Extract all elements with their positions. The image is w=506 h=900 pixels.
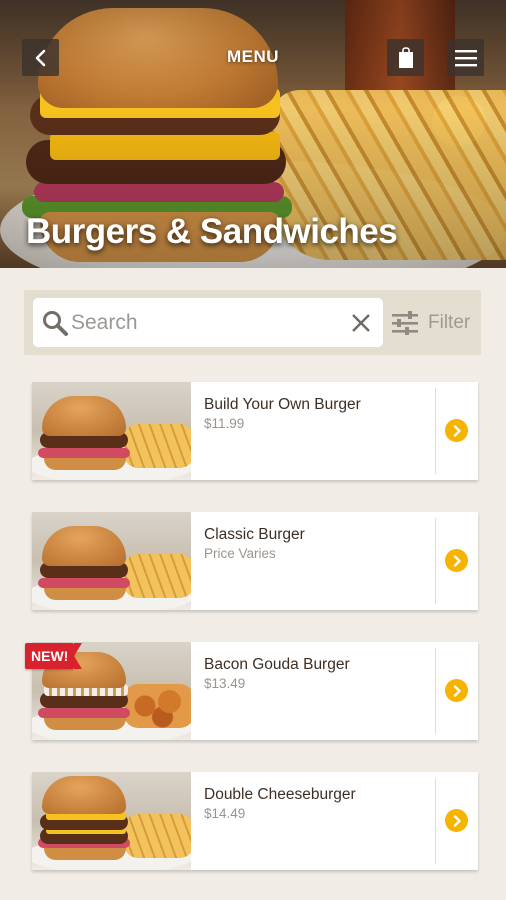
new-badge: NEW! (25, 643, 83, 669)
item-price: $13.49 (204, 676, 246, 691)
back-button[interactable] (22, 39, 59, 76)
search-bar: Filter (24, 290, 481, 355)
search-box (33, 298, 383, 347)
filter-button[interactable]: Filter (391, 306, 470, 340)
chevron-right-icon[interactable] (445, 419, 468, 442)
search-input[interactable] (71, 308, 341, 338)
item-name: Classic Burger (204, 526, 305, 543)
header-title: MENU (226, 47, 280, 66)
item-name: Double Cheeseburger (204, 786, 356, 803)
cart-button[interactable] (387, 39, 424, 76)
item-price: $14.49 (204, 806, 246, 821)
item-thumbnail (32, 512, 191, 610)
clear-icon[interactable] (349, 311, 373, 335)
item-thumbnail (32, 772, 191, 870)
item-price: $11.99 (204, 416, 245, 431)
menu-item-card[interactable]: Classic Burger Price Varies (32, 512, 478, 610)
chevron-left-icon (35, 49, 45, 66)
sliders-icon (392, 311, 418, 335)
item-name: Bacon Gouda Burger (204, 656, 350, 673)
item-thumbnail (32, 382, 191, 480)
category-title: Burgers & Sandwiches (26, 212, 398, 251)
menu-item-card[interactable]: Double Cheeseburger $14.49 (32, 772, 478, 870)
hamburger-menu-button[interactable] (447, 39, 484, 76)
chevron-right-icon[interactable] (445, 549, 468, 572)
shopping-bag-icon (398, 46, 413, 68)
item-name: Build Your Own Burger (204, 396, 361, 413)
menu-item-card[interactable]: Bacon Gouda Burger $13.49 (32, 642, 478, 740)
menu-item-card[interactable]: Build Your Own Burger $11.99 (32, 382, 478, 480)
hamburger-menu-icon (454, 49, 477, 66)
filter-label: Filter (428, 312, 471, 333)
search-icon (43, 311, 68, 336)
chevron-right-icon[interactable] (445, 679, 468, 702)
item-price: Price Varies (204, 546, 276, 561)
chevron-right-icon[interactable] (445, 809, 468, 832)
